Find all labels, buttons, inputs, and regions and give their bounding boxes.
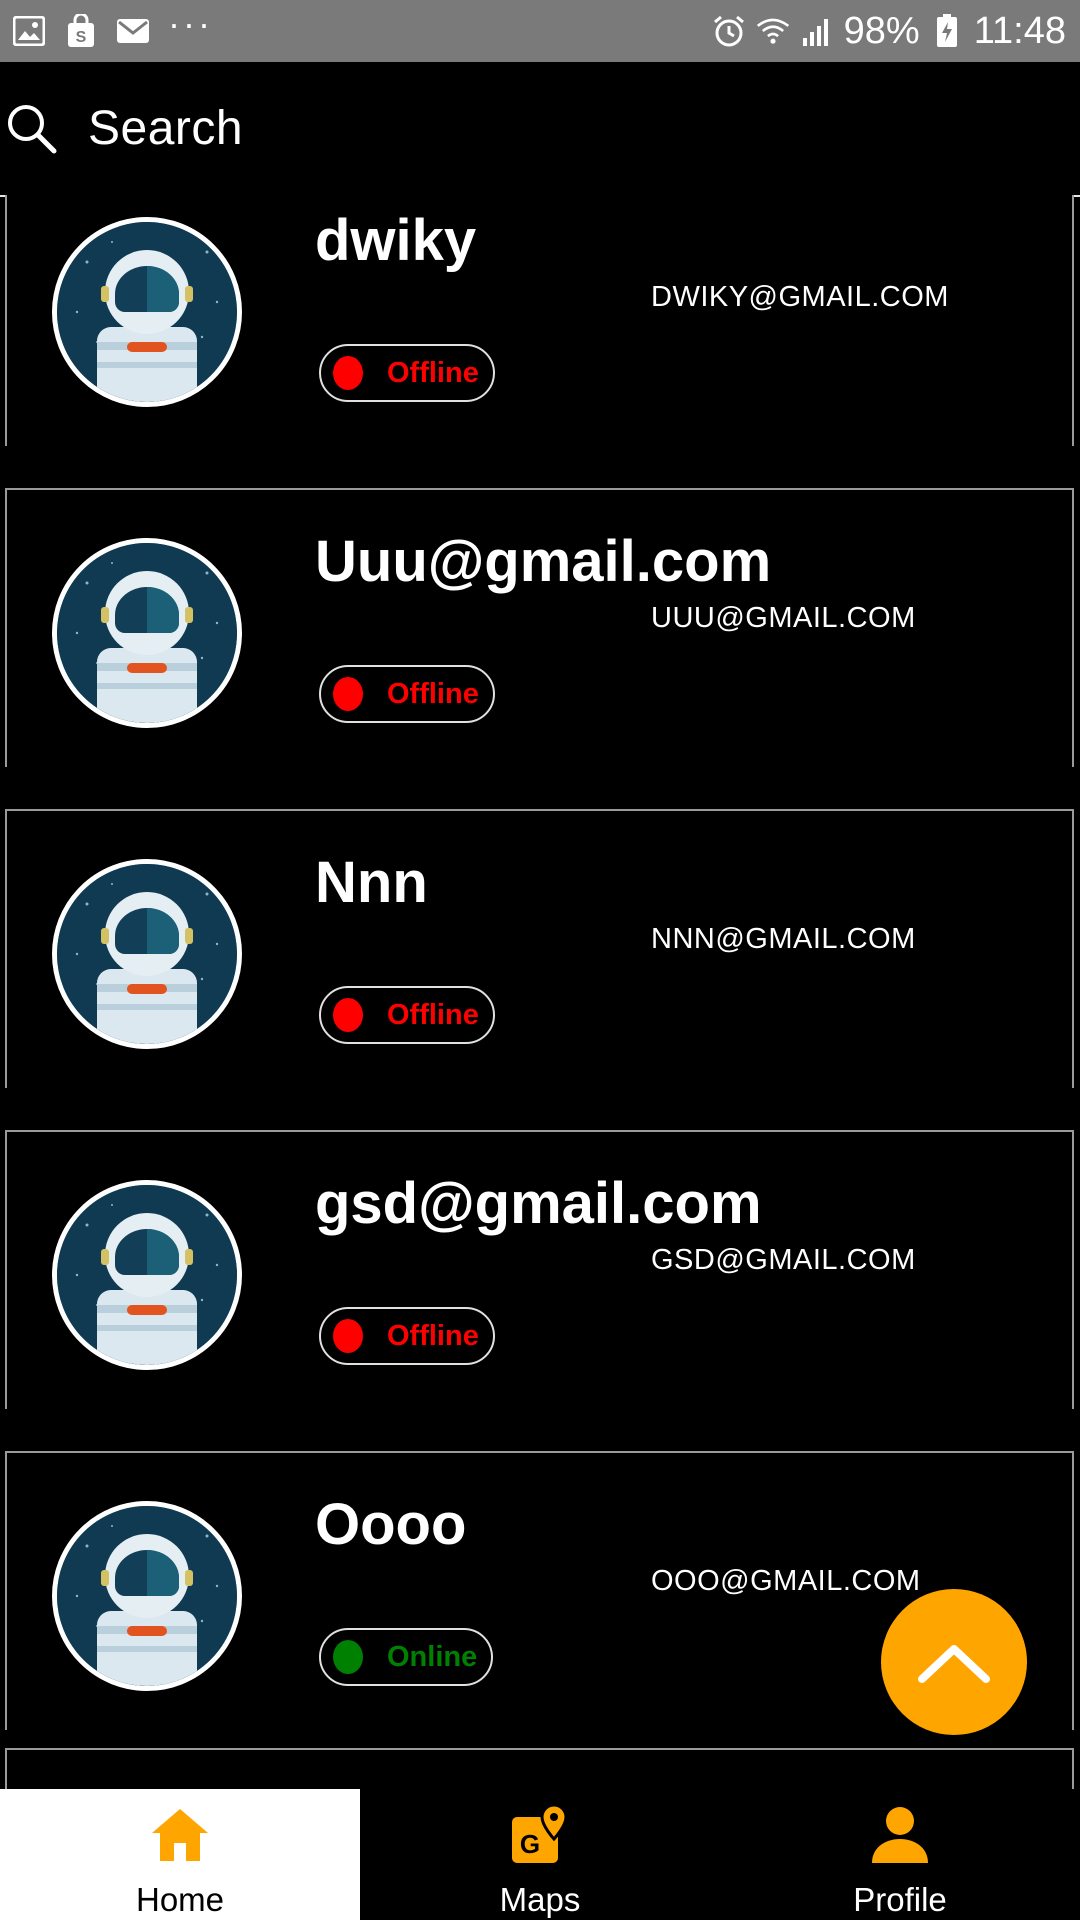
image-icon: [12, 14, 46, 48]
search-bar[interactable]: Search: [0, 62, 1080, 197]
status-dot-icon: [333, 356, 363, 390]
signal-icon: [800, 14, 834, 48]
user-name: Uuu@gmail.com: [315, 529, 772, 594]
svg-text:G: G: [520, 1829, 540, 1859]
status-dot-icon: [333, 998, 363, 1032]
user-card[interactable]: Uuu@gmail.com UUU@GMAIL.COM Offline: [5, 488, 1074, 767]
status-label: Offline: [387, 356, 479, 389]
user-list[interactable]: dwiky DWIKY@GMAIL.COM Offline Uuu@gmail.co…: [0, 195, 1080, 1789]
user-email: UUU@GMAIL.COM: [651, 602, 916, 634]
status-badge: Online: [319, 1628, 494, 1686]
list-item-partial: [5, 1748, 1074, 1789]
search-icon[interactable]: [4, 101, 60, 157]
battery-charging-icon: [930, 14, 964, 48]
status-dot-icon: [333, 1640, 363, 1674]
nav-home-label: Home: [135, 1881, 225, 1918]
status-badge: Offline: [319, 665, 495, 723]
nav-profile-label: Profile: [853, 1881, 947, 1918]
profile-icon: [872, 1807, 928, 1863]
status-label: Online: [387, 1640, 478, 1673]
user-name: Nnn: [315, 850, 428, 915]
scroll-top-button[interactable]: [881, 1589, 1027, 1735]
shopping-bag-icon: S: [64, 14, 98, 48]
status-bar: S ··· 98% 11:48: [0, 0, 1080, 62]
status-badge: Offline: [319, 986, 495, 1044]
alarm-icon: [712, 14, 746, 48]
user-email: NNN@GMAIL.COM: [651, 923, 916, 955]
search-input[interactable]: Search: [88, 101, 243, 156]
maps-icon: G: [512, 1803, 568, 1863]
avatar: [52, 1180, 242, 1370]
status-label: Offline: [387, 1319, 479, 1352]
avatar: [52, 859, 242, 1049]
status-badge: Offline: [319, 1307, 495, 1365]
battery-percent: 98%: [843, 9, 920, 52]
user-card[interactable]: Nnn NNN@GMAIL.COM Offline: [5, 809, 1074, 1088]
status-label: Offline: [387, 998, 479, 1031]
nav-home[interactable]: Home: [0, 1789, 360, 1920]
user-email: OOO@GMAIL.COM: [651, 1565, 921, 1597]
avatar: [52, 217, 242, 407]
status-label: Offline: [387, 677, 479, 710]
status-badge: Offline: [319, 344, 495, 402]
chevron-up-icon: [918, 1645, 990, 1683]
mail-icon: [116, 14, 150, 48]
svg-text:S: S: [76, 29, 87, 46]
user-card[interactable]: gsd@gmail.com GSD@GMAIL.COM Offline: [5, 1130, 1074, 1409]
user-name: gsd@gmail.com: [315, 1171, 762, 1236]
user-name: dwiky: [315, 208, 477, 273]
user-name: Oooo: [315, 1492, 467, 1557]
wifi-icon: [756, 14, 790, 48]
clock: 11:48: [973, 9, 1066, 52]
user-card[interactable]: dwiky DWIKY@GMAIL.COM Offline: [5, 195, 1074, 446]
nav-maps-label: Maps: [499, 1881, 581, 1918]
home-icon: [152, 1809, 208, 1861]
avatar: [52, 1501, 242, 1691]
more-dots-icon: ···: [168, 3, 213, 44]
nav-maps[interactable]: G Maps: [360, 1789, 720, 1920]
user-email: DWIKY@GMAIL.COM: [651, 281, 949, 313]
status-dot-icon: [333, 677, 363, 711]
bottom-navigation: Home G Maps Profile: [0, 1789, 1080, 1920]
avatar: [52, 538, 242, 728]
user-email: GSD@GMAIL.COM: [651, 1244, 916, 1276]
nav-profile[interactable]: Profile: [720, 1789, 1080, 1920]
status-dot-icon: [333, 1319, 363, 1353]
